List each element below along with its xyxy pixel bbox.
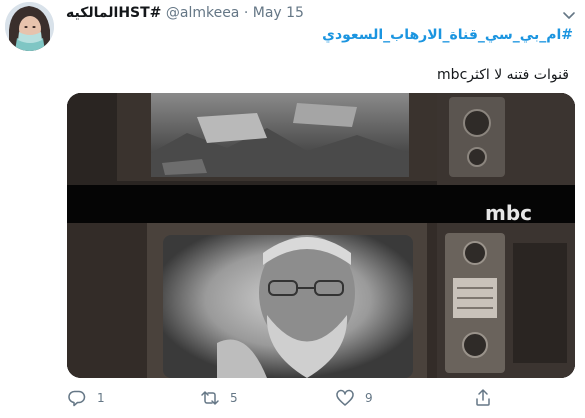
- retweet-count: 5: [230, 391, 238, 405]
- reply-count: 1: [97, 391, 105, 405]
- author-handle[interactable]: @almkeea: [166, 5, 240, 21]
- tweet-media[interactable]: mbc: [67, 93, 575, 378]
- header-separator: ·: [243, 5, 249, 21]
- reply-icon: [68, 390, 86, 407]
- chevron-down-icon[interactable]: [562, 8, 576, 22]
- tweet-card[interactable]: المالكيهHST# @almkeea · May 15 #ام_بي_سي…: [0, 0, 585, 418]
- like-count: 9: [365, 391, 373, 405]
- retweet-button[interactable]: 5: [200, 386, 238, 410]
- reply-button[interactable]: 1: [67, 386, 105, 410]
- avatar-image: [5, 2, 54, 51]
- mbc-watermark: mbc: [485, 201, 532, 225]
- heart-icon: [336, 389, 354, 406]
- retweet-icon: [201, 391, 219, 405]
- tweet-date[interactable]: May 15: [253, 5, 304, 21]
- avatar[interactable]: [5, 2, 54, 51]
- share-icon: [476, 389, 490, 406]
- tweet-header: المالكيهHST# @almkeea · May 15: [66, 5, 304, 21]
- author-display-name[interactable]: المالكيهHST#: [66, 5, 161, 21]
- media-image: mbc: [67, 93, 575, 378]
- share-button[interactable]: [473, 386, 493, 410]
- tweet-actions: 1 5 9: [0, 386, 585, 416]
- hashtag-link[interactable]: #ام_بي_سي_قناة_الارهاب_السعودي: [322, 27, 573, 43]
- like-button[interactable]: 9: [335, 386, 373, 410]
- tweet-text: قنوات فتنه لا اكثرmbc: [437, 67, 569, 83]
